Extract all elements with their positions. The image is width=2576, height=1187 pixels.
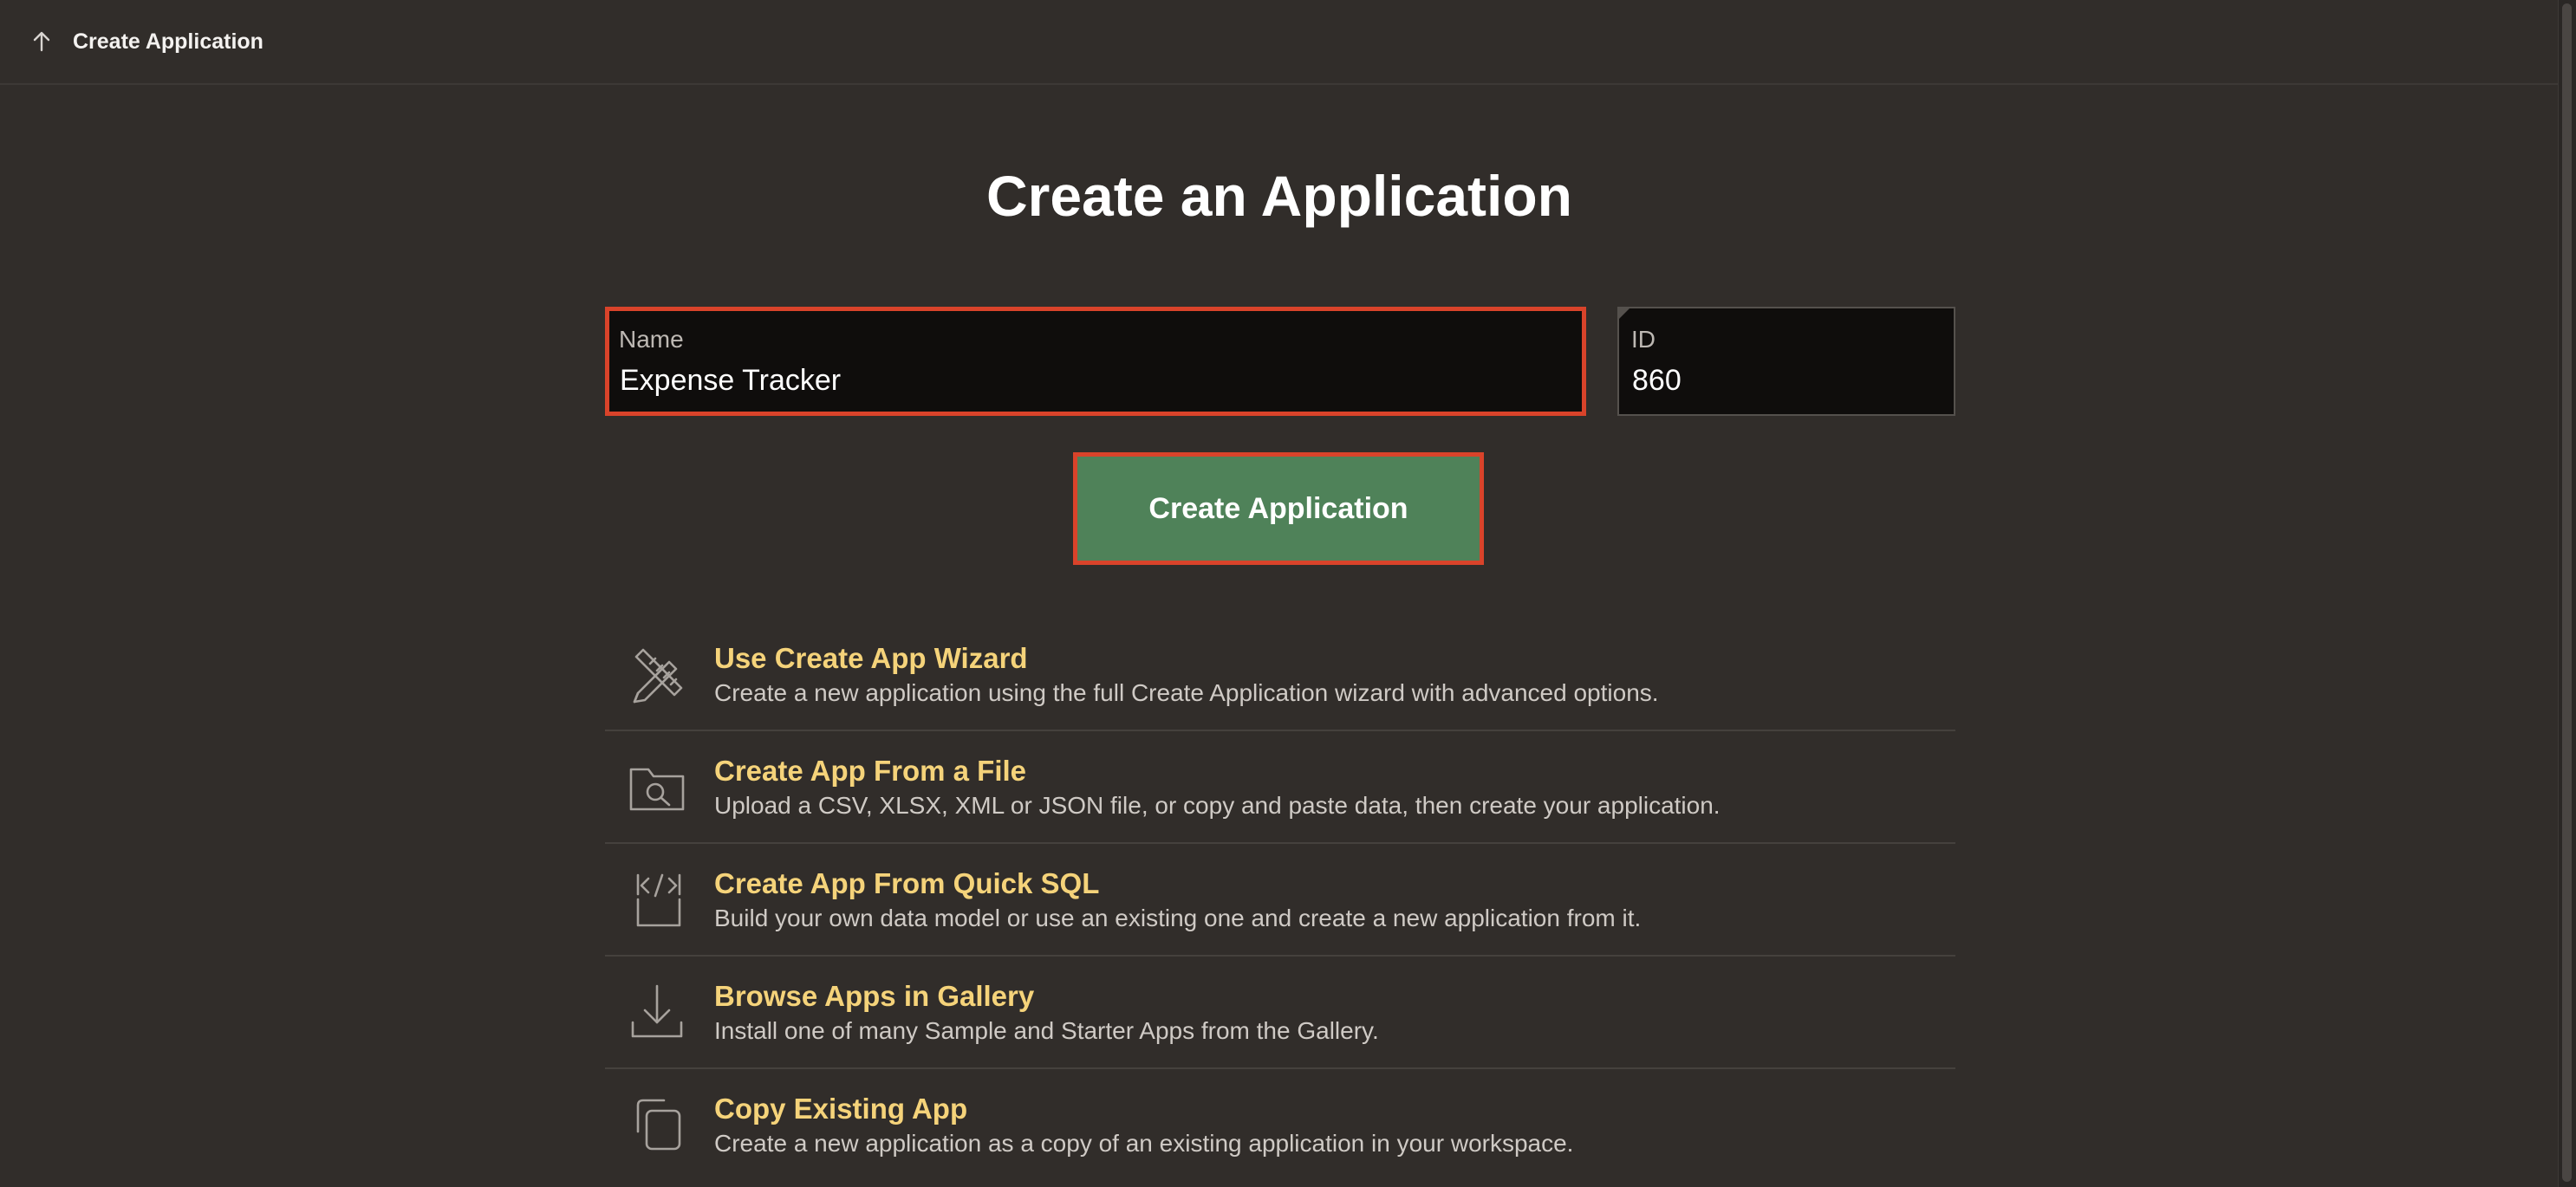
arrow-up-icon[interactable] xyxy=(28,28,55,55)
breadcrumb-title: Create Application xyxy=(73,29,263,54)
create-options-list: Use Create App Wizard Create a new appli… xyxy=(605,619,1955,1182)
option-description: Create a new application using the full … xyxy=(714,679,1659,706)
option-browse-apps-in-gallery[interactable]: Browse Apps in Gallery Install one of ma… xyxy=(605,957,1955,1069)
page-title: Create an Application xyxy=(986,164,1573,228)
option-title[interactable]: Copy Existing App xyxy=(714,1092,967,1126)
option-copy-existing-app[interactable]: Copy Existing App Create a new applicati… xyxy=(605,1069,1955,1182)
ruler-pencil-icon xyxy=(626,643,688,705)
id-field[interactable]: ID xyxy=(1617,307,1955,416)
page-scrollbar[interactable] xyxy=(2558,0,2576,1187)
option-title[interactable]: Browse Apps in Gallery xyxy=(714,979,1034,1014)
option-title[interactable]: Use Create App Wizard xyxy=(714,641,1028,676)
option-title[interactable]: Create App From Quick SQL xyxy=(714,866,1099,901)
scrollbar-thumb[interactable] xyxy=(2562,3,2572,1182)
option-create-app-from-quick-sql[interactable]: Create App From Quick SQL Build your own… xyxy=(605,844,1955,957)
id-input[interactable] xyxy=(1630,360,1946,400)
option-use-create-app-wizard[interactable]: Use Create App Wizard Create a new appli… xyxy=(605,619,1955,731)
option-description: Create a new application as a copy of an… xyxy=(714,1130,1574,1157)
option-description: Install one of many Sample and Starter A… xyxy=(714,1017,1379,1044)
required-corner-marker xyxy=(1619,308,1630,319)
top-bar: Create Application xyxy=(0,0,2559,85)
option-description: Upload a CSV, XLSX, XML or JSON file, or… xyxy=(714,792,1721,819)
id-label: ID xyxy=(1631,326,1656,353)
create-application-button[interactable]: Create Application xyxy=(1073,452,1484,565)
name-field[interactable]: Name xyxy=(605,307,1586,416)
option-description: Build your own data model or use an exis… xyxy=(714,905,1642,931)
name-input[interactable] xyxy=(618,360,1488,400)
code-file-icon xyxy=(626,868,688,931)
copy-icon xyxy=(626,1093,688,1156)
name-label: Name xyxy=(619,326,684,353)
option-create-app-from-file[interactable]: Create App From a File Upload a CSV, XLS… xyxy=(605,731,1955,844)
download-icon xyxy=(626,981,688,1043)
option-title[interactable]: Create App From a File xyxy=(714,754,1026,788)
folder-search-icon xyxy=(626,756,688,818)
